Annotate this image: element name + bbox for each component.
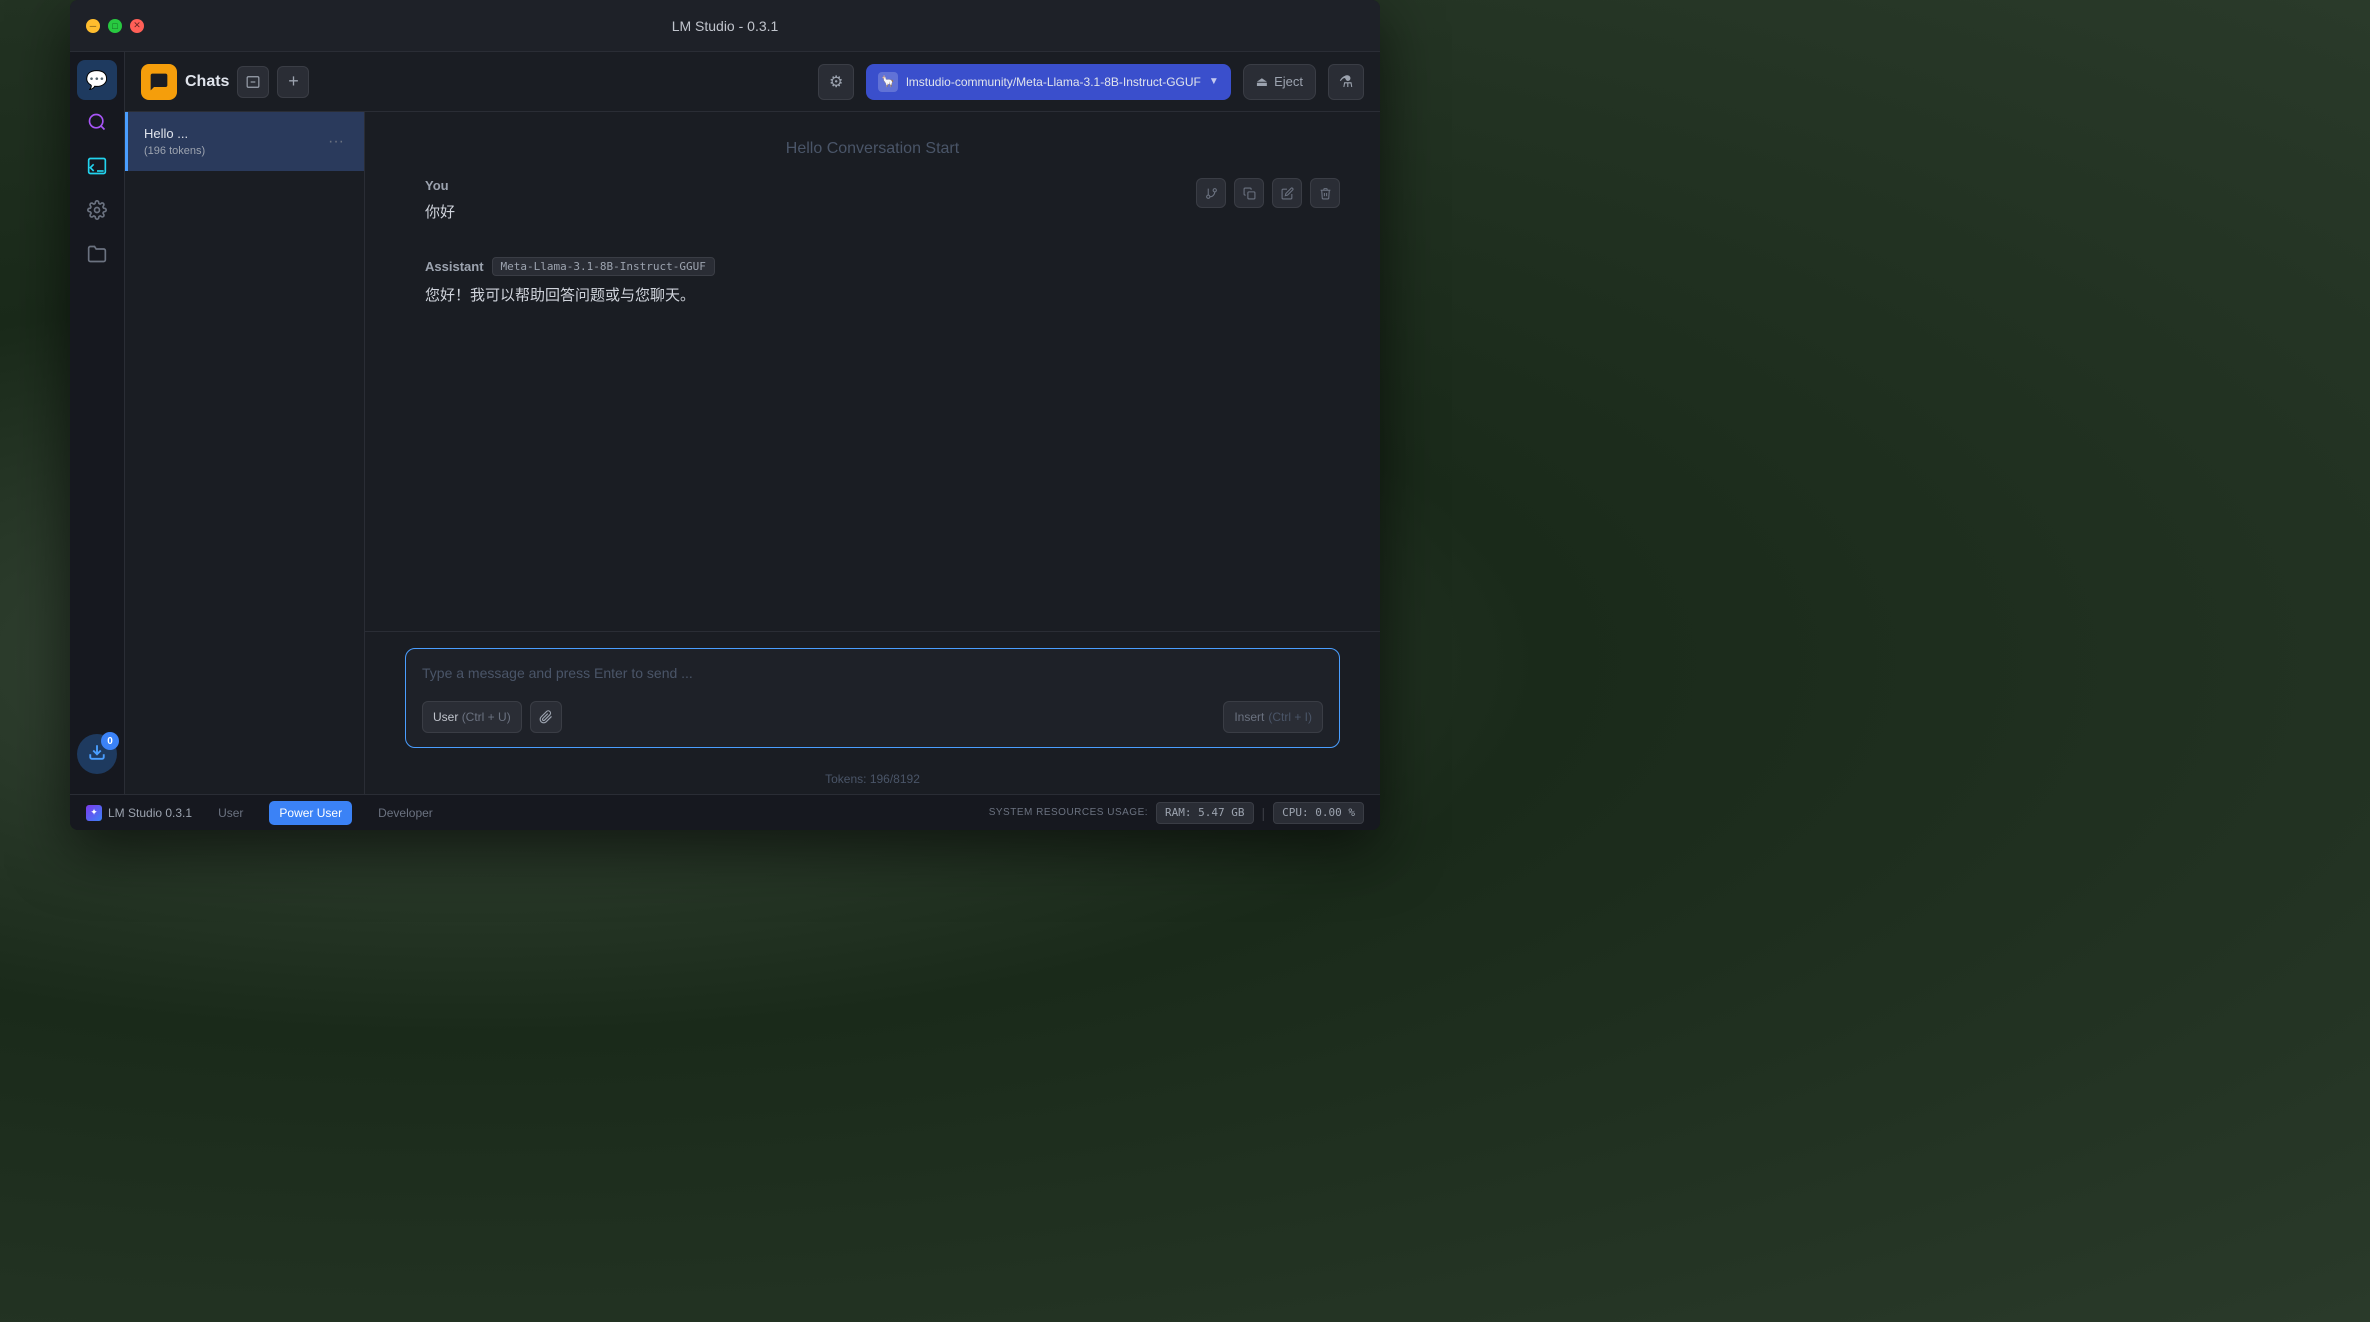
user-role-label: User (Ctrl + U): [433, 710, 511, 724]
insert-shortcut: (Ctrl + I): [1268, 710, 1312, 724]
assistant-model-badge: Meta-Llama-3.1-8B-Instruct-GGUF: [492, 257, 715, 276]
assistant-sender-label: Assistant: [425, 259, 484, 274]
delete-button[interactable]: [1310, 178, 1340, 208]
user-message-content: 你好: [425, 201, 1320, 225]
status-logo: ✦ LM Studio 0.3.1: [86, 805, 192, 821]
lm-studio-logo-icon: ✦: [86, 805, 102, 821]
chat-item-menu-button[interactable]: ···: [324, 131, 348, 153]
cpu-usage-badge: CPU: 0.00 %: [1273, 802, 1364, 824]
header-bar: Chats + ⚙ 🦙 lmstudio-com: [125, 52, 1380, 112]
chat-item-info: Hello ... (196 tokens): [144, 126, 324, 157]
settings-button[interactable]: ⚙: [818, 64, 854, 100]
input-footer-left: User (Ctrl + U): [422, 701, 562, 733]
input-area: Type a message and press Enter to send .…: [365, 631, 1380, 764]
plus-icon: +: [288, 71, 299, 92]
icon-sidebar: 💬: [70, 52, 125, 794]
close-button[interactable]: ✕: [130, 19, 144, 33]
eject-icon: ⏏: [1256, 74, 1268, 90]
header-left: Chats +: [141, 64, 309, 100]
model-name: lmstudio-community/Meta-Llama-3.1-8B-Ins…: [906, 75, 1201, 89]
chat-main: Hello Conversation Start You 你好: [365, 112, 1380, 794]
user-role-button[interactable]: User (Ctrl + U): [422, 701, 522, 733]
attach-button[interactable]: [530, 701, 562, 733]
folder-icon: [87, 244, 107, 269]
gear-icon: [87, 200, 107, 225]
status-bar: ✦ LM Studio 0.3.1 User Power User Develo…: [70, 794, 1380, 830]
chat-icon: 💬: [86, 70, 108, 91]
input-placeholder: Type a message and press Enter to send .…: [422, 665, 693, 681]
message-actions: [1196, 178, 1340, 208]
settings-gear-icon: ⚙: [829, 72, 843, 92]
maximize-button[interactable]: □: [108, 19, 122, 33]
window-controls: ─ □ ✕: [86, 19, 144, 33]
message-block-user: You 你好: [425, 178, 1320, 225]
model-icon: 🦙: [878, 72, 898, 92]
status-tab-user[interactable]: User: [208, 801, 253, 825]
messages-area: You 你好: [365, 178, 1380, 631]
sidebar-item-terminal[interactable]: [77, 148, 117, 188]
title-bar: ─ □ ✕ LM Studio - 0.3.1: [70, 0, 1380, 52]
chevron-down-icon: ▼: [1209, 76, 1219, 87]
telescope-icon: [87, 112, 107, 137]
eject-label: Eject: [1274, 74, 1303, 89]
ram-usage-badge: RAM: 5.47 GB: [1156, 802, 1253, 824]
input-box: Type a message and press Enter to send .…: [405, 648, 1340, 748]
flask-icon: ⚗: [1339, 72, 1353, 92]
message-input[interactable]: Type a message and press Enter to send .…: [422, 663, 1323, 689]
download-badge: 0: [101, 732, 119, 750]
edit-button[interactable]: [1272, 178, 1302, 208]
sidebar-item-settings[interactable]: [77, 192, 117, 232]
usage-divider: |: [1262, 805, 1266, 821]
token-status: Tokens: 196/8192: [365, 764, 1380, 794]
app-name-label: LM Studio 0.3.1: [108, 806, 192, 820]
sidebar-item-folder[interactable]: [77, 236, 117, 276]
window-title: LM Studio - 0.3.1: [672, 18, 779, 34]
eject-button[interactable]: ⏏ Eject: [1243, 64, 1316, 100]
branch-button[interactable]: [1196, 178, 1226, 208]
sidebar-item-telescope[interactable]: [77, 104, 117, 144]
assistant-label: Assistant Meta-Llama-3.1-8B-Instruct-GGU…: [425, 257, 1320, 276]
user-sender-label: You: [425, 178, 1320, 193]
system-resources-label: SYSTEM RESOURCES USAGE:: [989, 807, 1148, 818]
insert-label: Insert: [1234, 710, 1264, 724]
download-button[interactable]: 0: [77, 734, 117, 774]
chat-item[interactable]: Hello ... (196 tokens) ···: [125, 112, 364, 171]
message-block-assistant: Assistant Meta-Llama-3.1-8B-Instruct-GGU…: [425, 257, 1320, 308]
add-chat-button[interactable]: +: [277, 66, 309, 98]
insert-button[interactable]: Insert (Ctrl + I): [1223, 701, 1323, 733]
flask-button[interactable]: ⚗: [1328, 64, 1364, 100]
new-chat-icon-btn[interactable]: [237, 66, 269, 98]
status-tab-developer[interactable]: Developer: [368, 801, 443, 825]
assistant-message-content: 您好！我可以帮助回答问题或与您聊天。: [425, 284, 1320, 308]
input-footer: User (Ctrl + U): [422, 701, 1323, 733]
chat-item-name: Hello ...: [144, 126, 324, 141]
system-usage: SYSTEM RESOURCES USAGE: RAM: 5.47 GB | C…: [989, 802, 1364, 824]
sidebar-item-chat[interactable]: 💬: [77, 60, 117, 100]
status-tab-power-user[interactable]: Power User: [269, 801, 352, 825]
header-title: Chats: [185, 73, 229, 91]
model-selector[interactable]: 🦙 lmstudio-community/Meta-Llama-3.1-8B-I…: [866, 64, 1231, 100]
terminal-icon: [87, 156, 107, 181]
header-chat-icon: [141, 64, 177, 100]
minimize-button[interactable]: ─: [86, 19, 100, 33]
chat-sidebar: Hello ... (196 tokens) ···: [125, 112, 365, 794]
conversation-title: Hello Conversation Start: [365, 112, 1380, 178]
chat-item-tokens: (196 tokens): [144, 145, 324, 157]
copy-button[interactable]: [1234, 178, 1264, 208]
